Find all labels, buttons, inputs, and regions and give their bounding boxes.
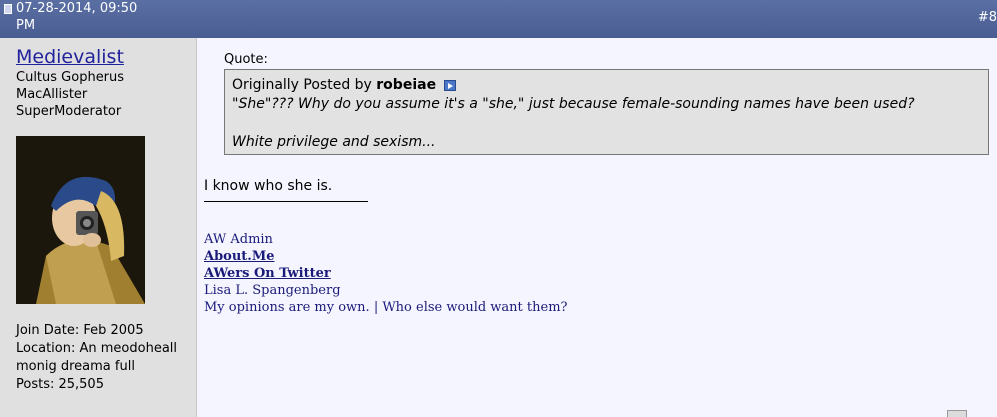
signature: AW Admin About.Me AWers On Twitter Lisa …	[204, 231, 568, 316]
user-info: Join Date: Feb 2005 Location: An meodohe…	[16, 322, 192, 394]
about-me-link[interactable]: About.Me	[204, 249, 275, 264]
post-icon	[4, 4, 12, 14]
quote-label: Quote:	[224, 52, 268, 67]
user-title-3: SuperModerator	[16, 104, 122, 119]
quote-box: Originally Posted by robeiae "She"??? Wh…	[224, 69, 989, 155]
avatar[interactable]	[16, 136, 145, 304]
post-count: Posts: 25,505	[16, 377, 104, 392]
edit-icon[interactable]	[947, 410, 967, 417]
location-line-2: monig dreama full	[16, 359, 135, 374]
user-title-2: MacAllister	[16, 87, 88, 102]
join-date: Join Date: Feb 2005	[16, 323, 144, 338]
post-header: 07-28-2014, 09:50 PM #8	[0, 0, 997, 38]
location-line-1: Location: An meodoheall	[16, 341, 178, 356]
quote-attribution: Originally Posted by robeiae	[232, 76, 981, 95]
user-title-1: Cultus Gopherus	[16, 70, 125, 85]
sig-line-1: AW Admin	[204, 232, 273, 247]
view-post-arrow-icon[interactable]	[443, 79, 456, 91]
quote-author: robeiae	[376, 77, 437, 93]
post-date: 07-28-2014, 09:50 PM	[16, 1, 138, 33]
sig-line-4: Lisa L. Spangenberg	[204, 283, 341, 298]
sig-line-5: My opinions are my own. | Who else would…	[204, 300, 568, 315]
signature-divider	[204, 201, 368, 202]
post-number-link[interactable]: #8	[978, 10, 997, 25]
user-sidebar: Medievalist Cultus Gopherus MacAllister …	[0, 38, 197, 417]
message-text: I know who she is.	[204, 178, 333, 194]
quote-text-2: White privilege and sexism...	[232, 134, 436, 150]
username-link[interactable]: Medievalist	[16, 46, 124, 68]
awers-twitter-link[interactable]: AWers On Twitter	[204, 266, 331, 281]
post-content: Quote: Originally Posted by robeiae "She…	[197, 38, 997, 417]
quote-text-1: "She"??? Why do you assume it's a "she,"…	[232, 96, 915, 112]
